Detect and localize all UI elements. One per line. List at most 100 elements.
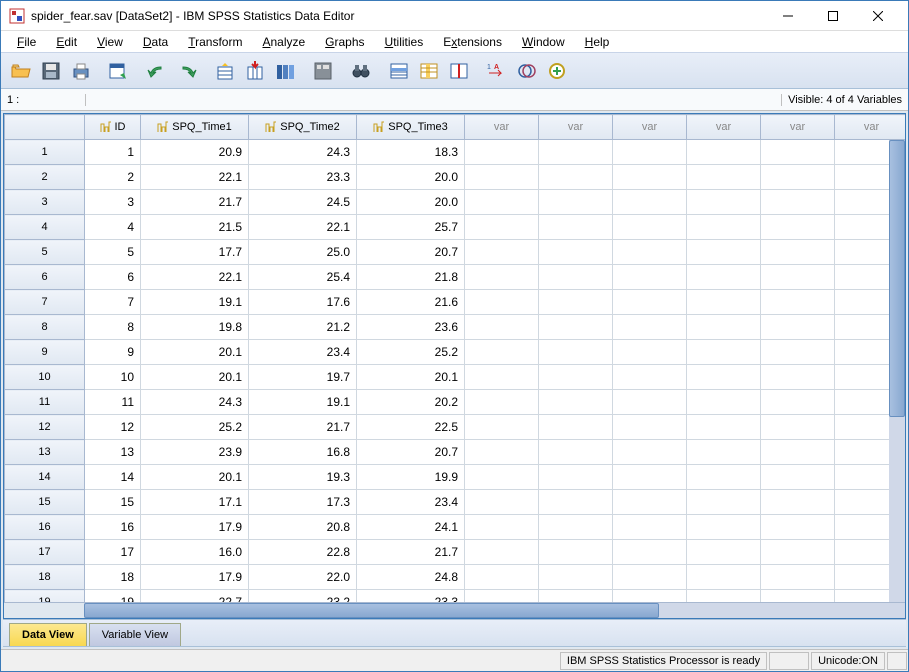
empty-cell[interactable] xyxy=(539,565,613,590)
empty-cell[interactable] xyxy=(613,590,687,603)
empty-cell[interactable] xyxy=(465,390,539,415)
data-cell[interactable]: 23.2 xyxy=(249,590,357,603)
row-header[interactable]: 6 xyxy=(5,265,85,290)
insert-variable-button[interactable] xyxy=(415,57,443,85)
data-cell[interactable]: 23.6 xyxy=(357,315,465,340)
empty-cell[interactable] xyxy=(761,140,835,165)
data-cell[interactable]: 20.7 xyxy=(357,440,465,465)
empty-cell[interactable] xyxy=(761,465,835,490)
data-cell[interactable]: 23.3 xyxy=(249,165,357,190)
row-header[interactable]: 12 xyxy=(5,415,85,440)
empty-cell[interactable] xyxy=(613,490,687,515)
save-button[interactable] xyxy=(37,57,65,85)
vertical-scroll-thumb[interactable] xyxy=(889,140,905,417)
empty-cell[interactable] xyxy=(539,240,613,265)
data-cell[interactable]: 22.1 xyxy=(249,215,357,240)
row-header[interactable]: 11 xyxy=(5,390,85,415)
empty-cell[interactable] xyxy=(613,465,687,490)
data-cell[interactable]: 22.1 xyxy=(141,165,249,190)
empty-cell[interactable] xyxy=(761,190,835,215)
data-cell[interactable]: 18 xyxy=(85,565,141,590)
data-cell[interactable]: 20.2 xyxy=(357,390,465,415)
empty-cell[interactable] xyxy=(465,265,539,290)
maximize-button[interactable] xyxy=(810,2,855,30)
data-cell[interactable]: 25.0 xyxy=(249,240,357,265)
empty-cell[interactable] xyxy=(613,140,687,165)
column-header-SPQ_Time3[interactable]: SPQ_Time3 xyxy=(357,115,465,140)
vertical-scrollbar[interactable] xyxy=(889,140,905,602)
data-cell[interactable]: 25.2 xyxy=(357,340,465,365)
data-cell[interactable]: 16.8 xyxy=(249,440,357,465)
empty-cell[interactable] xyxy=(539,140,613,165)
empty-cell[interactable] xyxy=(761,490,835,515)
empty-cell[interactable] xyxy=(613,415,687,440)
empty-cell[interactable] xyxy=(539,515,613,540)
empty-cell[interactable] xyxy=(465,140,539,165)
data-cell[interactable]: 21.7 xyxy=(141,190,249,215)
data-cell[interactable]: 25.2 xyxy=(141,415,249,440)
empty-cell[interactable] xyxy=(613,390,687,415)
data-cell[interactable]: 17.9 xyxy=(141,565,249,590)
data-cell[interactable]: 24.3 xyxy=(249,140,357,165)
row-header[interactable]: 7 xyxy=(5,290,85,315)
empty-cell[interactable] xyxy=(613,515,687,540)
data-cell[interactable]: 20.8 xyxy=(249,515,357,540)
column-header-empty[interactable]: var xyxy=(761,115,835,140)
empty-cell[interactable] xyxy=(687,540,761,565)
empty-cell[interactable] xyxy=(761,265,835,290)
data-cell[interactable]: 11 xyxy=(85,390,141,415)
split-file-button[interactable] xyxy=(445,57,473,85)
data-cell[interactable]: 17.3 xyxy=(249,490,357,515)
data-cell[interactable]: 24.1 xyxy=(357,515,465,540)
use-sets-button[interactable] xyxy=(513,57,541,85)
empty-cell[interactable] xyxy=(761,290,835,315)
data-cell[interactable]: 1 xyxy=(85,140,141,165)
column-header-empty[interactable]: var xyxy=(613,115,687,140)
data-cell[interactable]: 20.1 xyxy=(141,465,249,490)
data-cell[interactable]: 19.1 xyxy=(141,290,249,315)
empty-cell[interactable] xyxy=(687,515,761,540)
empty-cell[interactable] xyxy=(761,240,835,265)
data-cell[interactable]: 20.0 xyxy=(357,165,465,190)
empty-cell[interactable] xyxy=(613,565,687,590)
empty-cell[interactable] xyxy=(539,540,613,565)
empty-cell[interactable] xyxy=(539,390,613,415)
data-cell[interactable]: 21.5 xyxy=(141,215,249,240)
data-cell[interactable]: 13 xyxy=(85,440,141,465)
data-cell[interactable]: 20.0 xyxy=(357,190,465,215)
empty-cell[interactable] xyxy=(465,315,539,340)
data-cell[interactable]: 19.7 xyxy=(249,365,357,390)
empty-cell[interactable] xyxy=(687,140,761,165)
row-header[interactable]: 16 xyxy=(5,515,85,540)
menu-edit[interactable]: Edit xyxy=(46,33,87,51)
empty-cell[interactable] xyxy=(465,540,539,565)
row-header[interactable]: 13 xyxy=(5,440,85,465)
data-cell[interactable]: 22.8 xyxy=(249,540,357,565)
data-cell[interactable]: 6 xyxy=(85,265,141,290)
goto-variable-button[interactable] xyxy=(241,57,269,85)
column-header-empty[interactable]: var xyxy=(465,115,539,140)
empty-cell[interactable] xyxy=(465,565,539,590)
empty-cell[interactable] xyxy=(613,265,687,290)
empty-cell[interactable] xyxy=(687,165,761,190)
empty-cell[interactable] xyxy=(761,415,835,440)
empty-cell[interactable] xyxy=(687,390,761,415)
data-cell[interactable]: 20.1 xyxy=(141,365,249,390)
empty-cell[interactable] xyxy=(465,440,539,465)
data-cell[interactable]: 2 xyxy=(85,165,141,190)
empty-cell[interactable] xyxy=(687,440,761,465)
data-cell[interactable]: 4 xyxy=(85,215,141,240)
data-cell[interactable]: 20.9 xyxy=(141,140,249,165)
empty-cell[interactable] xyxy=(613,365,687,390)
empty-cell[interactable] xyxy=(613,540,687,565)
empty-cell[interactable] xyxy=(539,465,613,490)
empty-cell[interactable] xyxy=(687,340,761,365)
empty-cell[interactable] xyxy=(613,290,687,315)
undo-button[interactable] xyxy=(143,57,171,85)
horizontal-scroll-thumb[interactable] xyxy=(84,603,659,618)
row-header[interactable]: 17 xyxy=(5,540,85,565)
column-header-empty[interactable]: var xyxy=(835,115,906,140)
print-button[interactable] xyxy=(67,57,95,85)
empty-cell[interactable] xyxy=(465,165,539,190)
empty-cell[interactable] xyxy=(761,565,835,590)
